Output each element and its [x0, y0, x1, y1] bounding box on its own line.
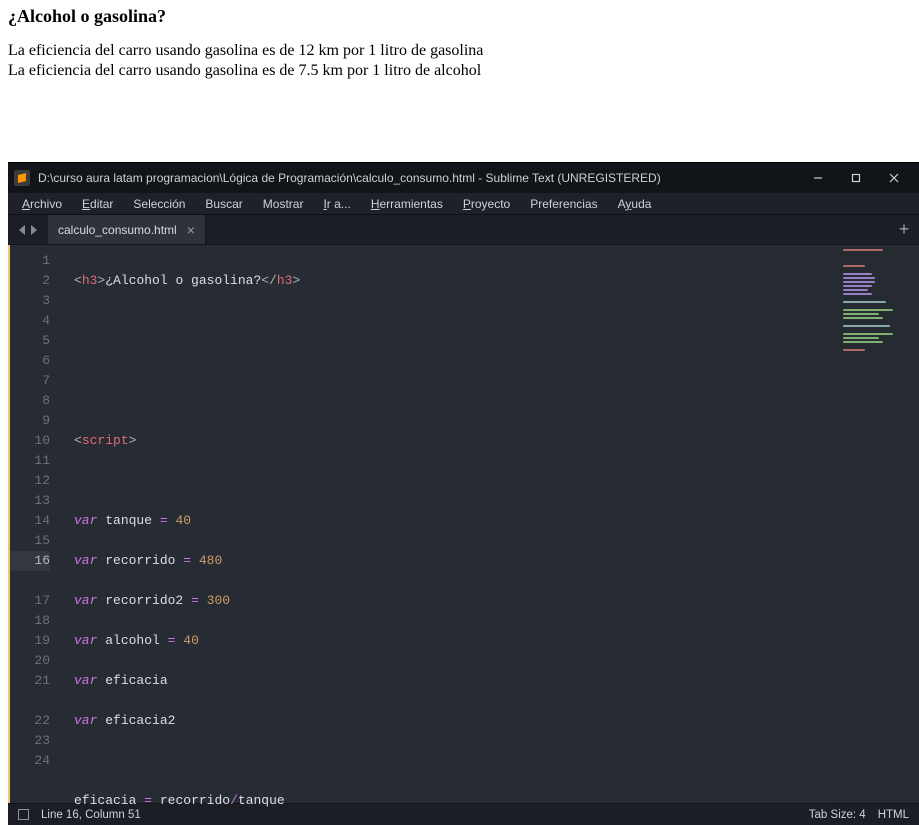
tab-nav	[8, 215, 48, 244]
menu-ayuda[interactable]: Ayuda	[608, 195, 662, 213]
editor[interactable]: 123456789101112131415161718192021222324 …	[8, 245, 919, 803]
minimap[interactable]	[839, 245, 919, 803]
tab-active[interactable]: calculo_consumo.html ×	[48, 215, 206, 244]
menu-irा[interactable]: Ir a...	[313, 195, 360, 213]
menu-buscar[interactable]: Buscar	[195, 195, 252, 213]
menu-seleccion[interactable]: Selección	[123, 195, 195, 213]
tab-close-icon[interactable]: ×	[187, 223, 195, 237]
tab-label: calculo_consumo.html	[58, 223, 177, 237]
menu-proyecto[interactable]: Proyecto	[453, 195, 520, 213]
page-heading: ¿Alcohol o gasolina?	[8, 6, 911, 27]
menu-archivo[interactable]: Archivo	[12, 195, 72, 213]
tab-prev-icon[interactable]	[19, 225, 25, 235]
panel-switch-icon[interactable]	[18, 809, 29, 820]
code-area[interactable]: <h3>¿Alcohol o gasolina?</h3> <script> v…	[60, 245, 839, 803]
tab-add-button[interactable]: +	[889, 215, 919, 244]
output-line-1: La eficiencia del carro usando gasolina …	[8, 41, 911, 61]
status-lang[interactable]: HTML	[878, 809, 909, 821]
close-button[interactable]	[875, 163, 913, 193]
maximize-button[interactable]	[837, 163, 875, 193]
browser-output: ¿Alcohol o gasolina? La eficiencia del c…	[0, 0, 919, 81]
output-line-2: La eficiencia del carro usando gasolina …	[8, 61, 911, 81]
menubar: Archivo Editar Selección Buscar Mostrar …	[8, 193, 919, 215]
window-title: D:\curso aura latam programacion\Lógica …	[38, 171, 799, 185]
sublime-window: D:\curso aura latam programacion\Lógica …	[8, 162, 919, 825]
gutter: 123456789101112131415161718192021222324	[8, 245, 60, 803]
menu-herramientas[interactable]: Herramientas	[361, 195, 453, 213]
menu-editar[interactable]: Editar	[72, 195, 123, 213]
titlebar[interactable]: D:\curso aura latam programacion\Lógica …	[8, 163, 919, 193]
menu-preferencias[interactable]: Preferencias	[520, 195, 607, 213]
tab-next-icon[interactable]	[31, 225, 37, 235]
app-icon	[14, 170, 30, 186]
menu-mostrar[interactable]: Mostrar	[253, 195, 314, 213]
minimize-button[interactable]	[799, 163, 837, 193]
tab-row: calculo_consumo.html × +	[8, 215, 919, 245]
